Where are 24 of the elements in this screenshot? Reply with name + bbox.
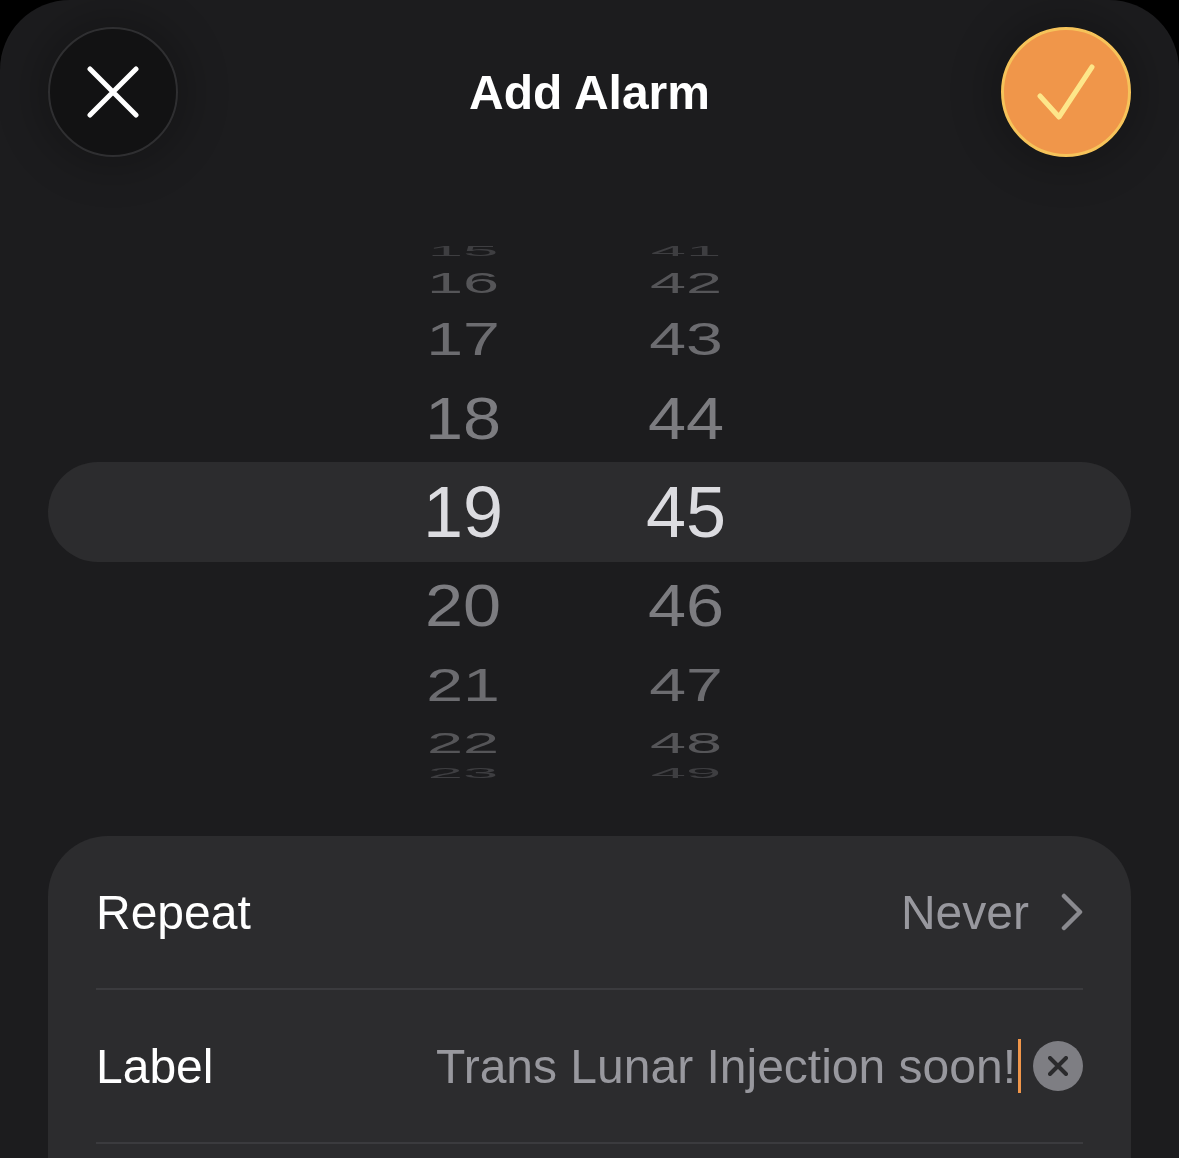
setting-label: Label	[96, 1038, 214, 1094]
hour-option[interactable]: 18	[424, 388, 502, 448]
setting-label: Repeat	[96, 884, 251, 940]
label-text-field[interactable]: Trans Lunar Injection soon!	[436, 1038, 1021, 1094]
hour-option[interactable]: 20	[424, 576, 502, 636]
close-icon	[87, 66, 139, 118]
minute-option[interactable]: 48	[649, 726, 723, 758]
hour-option[interactable]: 21	[426, 661, 500, 709]
clear-text-button[interactable]	[1033, 1041, 1083, 1091]
minute-option[interactable]: 43	[649, 315, 723, 363]
checkmark-icon	[1037, 64, 1095, 120]
clear-icon	[1048, 1056, 1068, 1076]
hour-option[interactable]: 16	[426, 266, 500, 298]
sheet-title: Add Alarm	[468, 64, 711, 120]
setting-value[interactable]: Never	[900, 884, 1029, 940]
hour-option[interactable]: 22	[426, 726, 500, 758]
hour-option[interactable]: 17	[426, 315, 500, 363]
minute-option[interactable]: 45	[645, 476, 727, 548]
minute-option[interactable]: 42	[649, 266, 723, 298]
chevron-right-icon[interactable]	[1061, 893, 1083, 931]
minute-option[interactable]: 44	[647, 388, 725, 448]
minute-option[interactable]: 46	[647, 576, 725, 636]
hour-option[interactable]: 19	[422, 476, 504, 548]
minute-option[interactable]: 47	[649, 661, 723, 709]
